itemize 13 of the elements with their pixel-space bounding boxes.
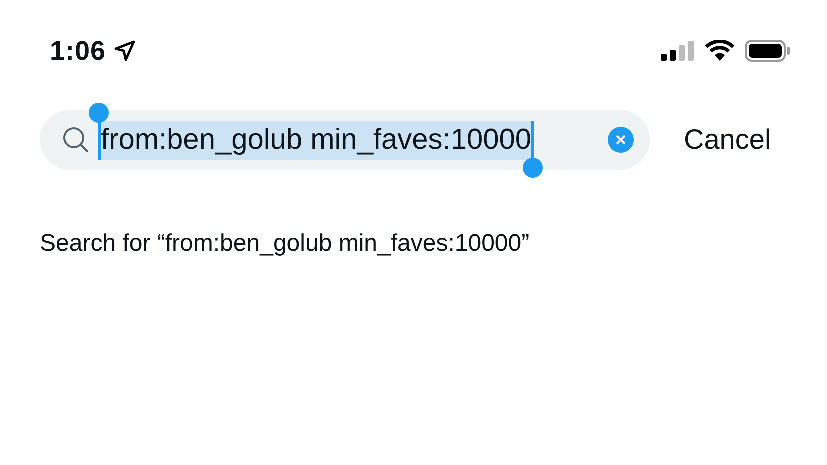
selection-handle[interactable] [89, 102, 109, 122]
selection-handle[interactable] [523, 158, 544, 178]
location-arrow-icon [114, 40, 136, 62]
clear-button[interactable] [608, 127, 634, 153]
search-icon [62, 126, 90, 154]
wifi-icon [705, 40, 735, 62]
status-time: 1:06 [50, 36, 106, 66]
cancel-button[interactable]: Cancel [684, 124, 772, 156]
search-field[interactable]: from:ben_golub min_faves:10000 [40, 92, 650, 188]
signal-icon [661, 41, 695, 61]
battery-icon [745, 40, 791, 62]
search-suggestion[interactable]: Search for “from:ben_golub min_faves:10000” [0, 188, 827, 258]
close-icon [616, 135, 626, 145]
